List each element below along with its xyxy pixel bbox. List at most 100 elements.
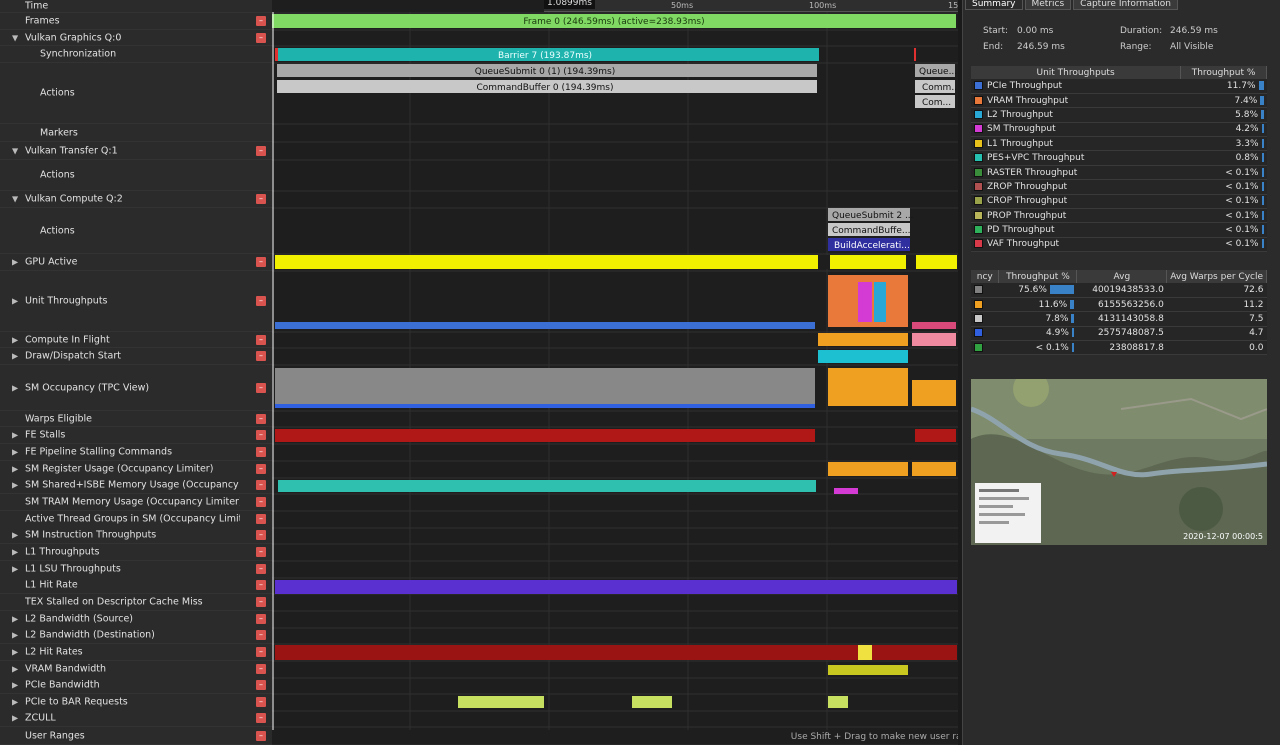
table-row[interactable]: VRAM Throughput 7.4% — [971, 93, 1267, 109]
remove-row-icon[interactable]: – — [256, 564, 266, 574]
remove-row-icon[interactable]: – — [256, 194, 266, 204]
timeline-row[interactable]: L1 Hit Rate – — [0, 577, 272, 594]
triangle-right-icon[interactable]: ▶ — [12, 258, 18, 267]
timeline-row[interactable]: ▶ ZCULL – — [0, 710, 272, 727]
triangle-right-icon[interactable]: ▶ — [12, 465, 18, 474]
triangle-right-icon[interactable]: ▶ — [12, 335, 18, 344]
remove-row-icon[interactable]: – — [256, 32, 266, 43]
remove-row-icon[interactable]: – — [256, 647, 266, 657]
timeline-row[interactable]: User Ranges – — [0, 727, 272, 745]
timeline-row[interactable]: ▼ Vulkan Compute Q:2 – — [0, 191, 272, 208]
timeline-row[interactable]: Actions — [0, 63, 272, 124]
timeline-canvas[interactable]: Frame 0 (246.59ms) (active=238.93ms) Barr… — [272, 0, 958, 745]
remove-row-icon[interactable]: – — [256, 497, 266, 507]
timeline-row[interactable]: ▶ L2 Bandwidth (Destination) – — [0, 627, 272, 644]
remove-row-icon[interactable]: – — [256, 664, 266, 674]
timeline-row[interactable]: Active Thread Groups in SM (Occupancy Li… — [0, 511, 272, 528]
remove-row-icon[interactable]: – — [256, 296, 266, 306]
timeline-row[interactable]: ▶ PCIe Bandwidth – — [0, 677, 272, 694]
remove-row-icon[interactable]: – — [256, 16, 266, 26]
triangle-right-icon[interactable]: ▶ — [12, 565, 18, 574]
table-row[interactable]: 7.8% 4131143058.8 7.5 — [971, 311, 1267, 327]
timeline-lanes[interactable]: Frame 0 (246.59ms) (active=238.93ms) Barr… — [272, 0, 1230, 745]
column-header[interactable]: Avg Warps per Cycle — [1166, 270, 1267, 283]
remove-row-icon[interactable]: – — [256, 680, 266, 690]
table-row[interactable]: < 0.1% 23808817.8 0.0 — [971, 340, 1267, 356]
timeline-row[interactable]: ▶ SM Register Usage (Occupancy Limiter) – — [0, 461, 272, 478]
timeline-row[interactable]: ▶ FE Pipeline Stalling Commands – — [0, 444, 272, 461]
triangle-right-icon[interactable]: ▶ — [12, 431, 18, 440]
remove-row-icon[interactable]: – — [256, 413, 266, 424]
table-row[interactable]: L1 Throughput 3.3% — [971, 136, 1267, 152]
triangle-right-icon[interactable]: ▶ — [12, 631, 18, 640]
remove-row-icon[interactable]: – — [256, 334, 266, 345]
timeline-row[interactable]: ▶ Unit Throughputs – — [0, 271, 272, 332]
timeline-row[interactable]: Synchronization — [0, 46, 272, 63]
remove-row-icon[interactable]: – — [256, 145, 266, 156]
remove-row-icon[interactable]: – — [256, 351, 266, 361]
remove-row-icon[interactable]: – — [256, 530, 266, 540]
timeline-row[interactable]: Time — [0, 0, 272, 13]
table-row[interactable]: PROP Throughput < 0.1% — [971, 208, 1267, 224]
remove-row-icon[interactable]: – — [256, 730, 266, 741]
timeline-row[interactable]: ▶ SM Shared+ISBE Memory Usage (Occupancy … — [0, 477, 272, 494]
triangle-right-icon[interactable]: ▶ — [12, 698, 18, 707]
triangle-down-icon[interactable]: ▼ — [12, 146, 18, 155]
timeline-row[interactable]: ▼ Vulkan Transfer Q:1 – — [0, 142, 272, 160]
triangle-right-icon[interactable]: ▶ — [12, 648, 18, 657]
triangle-right-icon[interactable]: ▶ — [12, 297, 18, 306]
triangle-right-icon[interactable]: ▶ — [12, 714, 18, 723]
remove-row-icon[interactable]: – — [256, 547, 266, 557]
table-row[interactable]: 75.6% 40019438533.0 72.6 — [971, 283, 1267, 298]
timeline-row[interactable]: Actions — [0, 208, 272, 254]
tab-capture-information[interactable]: Capture Information — [1073, 0, 1178, 10]
remove-row-icon[interactable]: – — [256, 464, 266, 474]
timeline-row[interactable]: ▶ L2 Hit Rates – — [0, 644, 272, 661]
column-header[interactable]: Avg — [1076, 270, 1168, 283]
remove-row-icon[interactable]: – — [256, 514, 266, 524]
triangle-right-icon[interactable]: ▶ — [12, 665, 18, 674]
timeline-row[interactable]: ▶ L1 LSU Throughputs – — [0, 561, 272, 578]
remove-row-icon[interactable]: – — [256, 597, 266, 607]
table-row[interactable]: PD Throughput < 0.1% — [971, 222, 1267, 238]
timeline-row[interactable]: ▶ L1 Throughputs – — [0, 544, 272, 561]
triangle-right-icon[interactable]: ▶ — [12, 383, 18, 392]
timeline-row[interactable]: ▶ VRAM Bandwidth – — [0, 661, 272, 678]
capture-screenshot-thumbnail[interactable]: 2020-12-07 00:00:5 — [971, 379, 1267, 545]
timeline-row[interactable]: ▶ SM Instruction Throughputs – — [0, 527, 272, 544]
column-header[interactable]: Throughput % — [1180, 66, 1267, 79]
timeline-row[interactable]: Warps Eligible – — [0, 411, 272, 427]
triangle-right-icon[interactable]: ▶ — [12, 352, 18, 361]
remove-row-icon[interactable]: – — [256, 614, 266, 624]
remove-row-icon[interactable]: – — [256, 447, 266, 457]
table-row[interactable]: RASTER Throughput < 0.1% — [971, 165, 1267, 181]
timeline-row[interactable]: ▶ SM Occupancy (TPC View) – — [0, 365, 272, 411]
table-row[interactable]: CROP Throughput < 0.1% — [971, 194, 1267, 210]
timeline-row[interactable]: ▼ Vulkan Graphics Q:0 – — [0, 30, 272, 46]
timeline-row[interactable]: Markers — [0, 124, 272, 142]
timeline-row[interactable]: ▶ GPU Active – — [0, 254, 272, 271]
column-header[interactable]: Unit Throughputs — [971, 66, 1182, 79]
tab-summary[interactable]: Summary — [965, 0, 1023, 10]
table-row[interactable]: ZROP Throughput < 0.1% — [971, 179, 1267, 195]
triangle-right-icon[interactable]: ▶ — [12, 615, 18, 624]
triangle-right-icon[interactable]: ▶ — [12, 481, 18, 490]
timeline-row[interactable]: ▶ L2 Bandwidth (Source) – — [0, 611, 272, 628]
table-row[interactable]: SM Throughput 4.2% — [971, 122, 1267, 138]
remove-row-icon[interactable]: – — [256, 713, 266, 723]
triangle-down-icon[interactable]: ▼ — [12, 195, 18, 204]
remove-row-icon[interactable]: – — [256, 580, 266, 590]
remove-row-icon[interactable]: – — [256, 257, 266, 267]
column-header[interactable]: Throughput % — [998, 270, 1078, 283]
timeline-row[interactable]: ▶ Compute In Flight – — [0, 332, 272, 348]
remove-row-icon[interactable]: – — [256, 382, 266, 393]
table-row[interactable]: PCIe Throughput 11.7% — [971, 79, 1267, 94]
timeline-row[interactable]: TEX Stalled on Descriptor Cache Miss – — [0, 594, 272, 611]
triangle-right-icon[interactable]: ▶ — [12, 548, 18, 557]
tab-metrics[interactable]: Metrics — [1024, 0, 1072, 10]
remove-row-icon[interactable]: – — [256, 430, 266, 440]
table-row[interactable]: L2 Throughput 5.8% — [971, 107, 1267, 123]
timeline-row[interactable]: ▶ FE Stalls – — [0, 427, 272, 444]
table-row[interactable]: PES+VPC Throughput 0.8% — [971, 150, 1267, 166]
remove-row-icon[interactable]: – — [256, 480, 266, 490]
